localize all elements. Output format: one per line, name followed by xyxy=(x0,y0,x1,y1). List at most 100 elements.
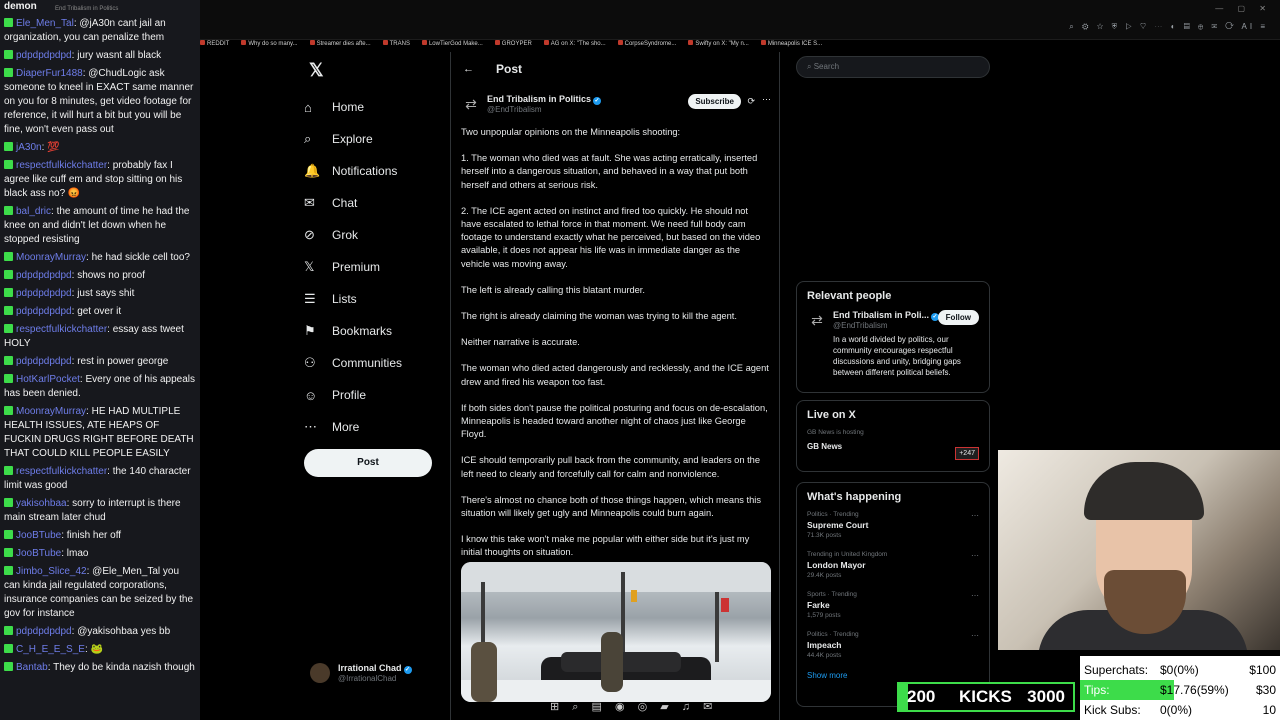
chat-username[interactable]: pdpdpdpdpd xyxy=(16,306,72,317)
nav-label: Home xyxy=(332,100,365,114)
account-handle: @IrrationalChad xyxy=(338,674,397,683)
more-icon[interactable]: ⋯ xyxy=(971,511,979,520)
author-handle[interactable]: @EndTribalism xyxy=(487,105,601,114)
chat-username[interactable]: respectfulkickchatter xyxy=(16,324,107,335)
chat-username[interactable]: pdpdpdpdpd xyxy=(16,356,72,367)
chat-text: finish her off xyxy=(66,530,122,541)
live-stream-name[interactable]: GB News xyxy=(807,442,979,451)
address-bar[interactable] xyxy=(200,22,1080,36)
nav-item-profile[interactable]: ☺ Profile xyxy=(304,379,454,411)
bookmark-label: AG on X: "The sho... xyxy=(550,41,606,47)
bookmark-item[interactable]: REDDIT xyxy=(200,40,229,47)
nav-item-home[interactable]: ⌂ Home xyxy=(304,91,454,123)
chat-username[interactable]: C_H_E_E_S_E xyxy=(16,644,85,655)
nav-item-explore[interactable]: ⌕ Explore xyxy=(304,123,454,155)
x-logo-icon[interactable]: 𝕏 xyxy=(309,60,454,81)
show-more-link[interactable]: Show more xyxy=(807,671,979,680)
chat-username[interactable]: yakisohbaa xyxy=(16,498,67,509)
chat-username[interactable]: JooBTube xyxy=(16,548,61,559)
live-listener-count[interactable]: +247 xyxy=(955,447,979,460)
account-switcher[interactable]: Irrational Chad ✓ @IrrationalChad xyxy=(310,658,450,688)
chat-badge-icon xyxy=(4,324,13,333)
person-avatar-icon[interactable]: ⇄ xyxy=(807,310,827,330)
trend-item[interactable]: Trending in United Kingdom London Mayor 29… xyxy=(807,551,979,579)
chat-username[interactable]: respectfulkickchatter xyxy=(16,466,107,477)
bookmark-item[interactable]: CorpseSyndrome... xyxy=(617,40,676,47)
post-image[interactable] xyxy=(461,562,771,702)
support-label: Superchats: xyxy=(1084,663,1149,677)
chat-username[interactable]: JooBTube xyxy=(16,530,61,541)
nav-item-more[interactable]: ⋯ More xyxy=(304,411,454,443)
bookmark-item[interactable]: GROYPER xyxy=(494,40,532,47)
nav-item-grok[interactable]: ⊘ Grok xyxy=(304,219,454,251)
chat-username[interactable]: MoonrayMurray xyxy=(16,252,86,263)
more-icon[interactable]: ⋯ xyxy=(762,94,771,105)
chat-username[interactable]: pdpdpdpdpd xyxy=(16,288,72,299)
nav-item-premium[interactable]: 𝕏 Premium xyxy=(304,251,454,283)
follow-button[interactable]: Follow xyxy=(937,310,979,325)
post-body: Two unpopular opinions on the Minneapoli… xyxy=(451,126,779,560)
bookmark-item[interactable]: Minneapolis ICE S... xyxy=(760,40,822,47)
chat-text: lmao xyxy=(66,548,89,559)
bookmark-favicon-icon xyxy=(760,40,766,45)
explore-icon: ⌕ xyxy=(304,131,312,146)
chat-username[interactable]: Jimbo_Slice_42 xyxy=(16,566,87,577)
trend-item[interactable]: Politics · Trending Supreme Court 71.3K po… xyxy=(807,511,979,539)
chat-username[interactable]: pdpdpdpdpd xyxy=(16,626,72,637)
nav-item-chat[interactable]: ✉ Chat xyxy=(304,187,454,219)
author-avatar-icon[interactable]: ⇄ xyxy=(461,94,481,114)
chat-message: yakisohbaa: sorry to interrupt is there … xyxy=(4,498,181,523)
person-name[interactable]: End Tribalism in Poli... xyxy=(833,310,929,320)
nav-item-bookmarks[interactable]: ⚑ Bookmarks xyxy=(304,315,454,347)
more-icon[interactable]: ⋯ xyxy=(971,591,979,600)
chat-message: Bantab: They do be kinda nazish though xyxy=(4,661,196,675)
back-arrow-icon[interactable]: ← xyxy=(463,63,474,75)
chat-username[interactable]: Ele_Men_Tal xyxy=(16,18,74,29)
more-icon[interactable]: ⋯ xyxy=(971,631,979,640)
post-button[interactable]: Post xyxy=(304,449,432,477)
nav-item-lists[interactable]: ☰ Lists xyxy=(304,283,454,315)
chat-username[interactable]: respectfulkickchatter xyxy=(16,160,107,171)
trend-item[interactable]: Politics · Trending Impeach 44.4K posts ⋯ xyxy=(807,631,979,659)
trend-category: Sports · Trending xyxy=(807,591,857,598)
bookmark-item[interactable]: Swifty on X: "My n... xyxy=(688,40,749,47)
search-input[interactable]: ⌕ Search xyxy=(796,56,990,78)
support-label: Tips: xyxy=(1084,680,1110,700)
taskbar-icons[interactable]: ⊞ ⌕ ▤ ◉ ◎ ▰ ♫ ✉ xyxy=(550,700,730,718)
support-goal: 10 xyxy=(1262,703,1276,717)
subscribe-button[interactable]: Subscribe xyxy=(688,94,741,109)
bookmark-item[interactable]: Why do so many... xyxy=(241,40,298,47)
post-paragraph: The woman who died acted dangerously and… xyxy=(461,363,769,387)
kicks-label: KICKS xyxy=(959,687,1012,706)
chat-message: JooBTube: lmao xyxy=(4,547,196,561)
author-name[interactable]: End Tribalism in Politics xyxy=(487,94,591,104)
more-icon[interactable]: ⋯ xyxy=(971,551,979,560)
chat-username[interactable]: Bantab xyxy=(16,662,48,673)
window-controls[interactable]: — ▢ ✕ xyxy=(1215,4,1272,13)
bookmark-label: TRANS xyxy=(389,41,410,47)
bookmark-item[interactable]: AG on X: "The sho... xyxy=(543,40,606,47)
bookmark-item[interactable]: TRANS xyxy=(382,40,410,47)
nav-item-communities[interactable]: ⚇ Communities xyxy=(304,347,454,379)
chat-badge-icon xyxy=(4,306,13,315)
bookmark-item[interactable]: Streamer dies afte... xyxy=(309,40,371,47)
chat-message: MoonrayMurray: HE HAD MULTIPLE HEALTH IS… xyxy=(4,406,194,459)
chat-username[interactable]: pdpdpdpdpd xyxy=(16,270,72,281)
grok-icon[interactable]: ⟳ xyxy=(747,96,755,107)
chat-username[interactable]: bal_dric xyxy=(16,206,51,217)
post-paragraph: ICE should temporarily pull back from th… xyxy=(461,455,761,479)
browser-tab[interactable]: End Tribalism in Politics xyxy=(55,6,118,12)
chat-username[interactable]: DiaperFur1488 xyxy=(16,68,83,79)
chat-text: shows no proof xyxy=(77,270,146,281)
nav-item-notifications[interactable]: 🔔 Notifications xyxy=(304,155,454,187)
bookmark-item[interactable]: LowTierGod Make... xyxy=(421,40,483,47)
chat-username[interactable]: pdpdpdpdpd xyxy=(16,50,72,61)
chat-text: 🐸 xyxy=(90,644,103,655)
chat-username[interactable]: jA30n xyxy=(16,142,42,153)
trend-item[interactable]: Sports · Trending Farke 1,579 posts ⋯ xyxy=(807,591,979,619)
post-header: ← Post xyxy=(451,52,779,86)
toolbar-icons[interactable]: ⌕ ⚙ ☆ ⛨ ▷ ♡ ⋯ ◐ ▤ ⊕ ✉ ⟳ AI ≡ xyxy=(1069,22,1268,32)
chat-username[interactable]: HotKarlPocket xyxy=(16,374,80,385)
chat-badge-icon xyxy=(4,548,13,557)
chat-username[interactable]: MoonrayMurray xyxy=(16,406,86,417)
